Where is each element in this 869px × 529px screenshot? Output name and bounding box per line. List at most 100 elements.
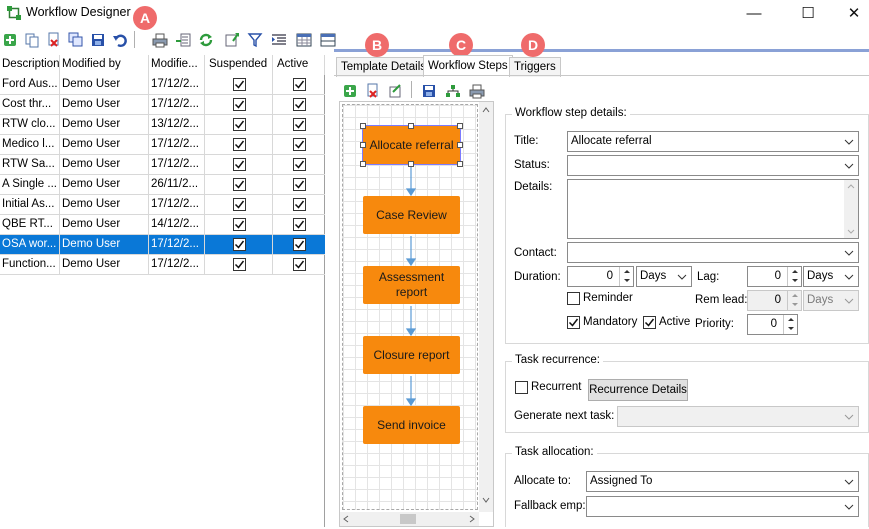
resize-handle[interactable] — [360, 161, 366, 167]
active-checkbox[interactable] — [293, 218, 306, 231]
table-row[interactable]: RTW Sa... Demo User 17/12/2... — [0, 155, 325, 175]
workflow-canvas[interactable]: Allocate referral Case Review Assessment… — [342, 104, 478, 510]
title-select[interactable]: Allocate referral — [567, 131, 859, 152]
suspended-checkbox[interactable] — [233, 158, 246, 171]
import-icon[interactable] — [222, 30, 242, 49]
table-row[interactable]: OSA wor... Demo User 17/12/2... — [0, 235, 325, 255]
add-icon[interactable] — [0, 30, 20, 49]
reminder-checkbox[interactable] — [567, 292, 580, 305]
priority-input[interactable]: 0 — [747, 314, 798, 335]
suspended-checkbox[interactable] — [233, 178, 246, 191]
canvas-horizontal-scrollbar[interactable] — [340, 512, 479, 526]
resize-handle[interactable] — [408, 123, 414, 129]
save-steps-icon[interactable] — [419, 81, 439, 100]
minimize-button[interactable]: — — [731, 0, 777, 26]
column-header-active[interactable]: Active — [273, 55, 325, 75]
resize-handle[interactable] — [408, 161, 414, 167]
flow-node-allocate-referral[interactable]: Allocate referral — [362, 125, 461, 165]
indent-icon[interactable] — [269, 30, 289, 49]
duration-spinner[interactable] — [619, 267, 633, 286]
grid-icon[interactable] — [294, 30, 314, 49]
fallback-emp-select[interactable] — [586, 496, 859, 517]
duplicate-icon[interactable] — [66, 30, 86, 49]
table-row[interactable]: Ford Aus... Demo User 17/12/2... — [0, 75, 325, 95]
priority-spinner[interactable] — [783, 315, 797, 334]
close-button[interactable]: ✕ — [831, 0, 869, 26]
suspended-checkbox[interactable] — [233, 98, 246, 111]
refresh-icon[interactable] — [196, 30, 216, 49]
save-icon[interactable] — [88, 30, 108, 49]
active-checkbox[interactable] — [293, 78, 306, 91]
undo-icon[interactable] — [110, 30, 130, 49]
suspended-checkbox[interactable] — [233, 138, 246, 151]
recurrence-details-button[interactable]: Recurrence Details — [588, 379, 688, 401]
delete-icon[interactable] — [44, 30, 64, 49]
contact-select[interactable] — [567, 242, 859, 263]
status-select[interactable] — [567, 155, 859, 176]
tab-workflow-steps[interactable]: Workflow Steps — [423, 55, 513, 77]
flow-node-closure-report[interactable]: Closure report — [363, 336, 460, 374]
add-step-icon[interactable] — [340, 81, 360, 100]
active-checkbox[interactable] — [293, 98, 306, 111]
resize-handle[interactable] — [360, 142, 366, 148]
maximize-button[interactable]: ☐ — [785, 0, 831, 26]
resize-handle[interactable] — [457, 161, 463, 167]
generate-next-task-select[interactable] — [617, 406, 859, 427]
suspended-checkbox[interactable] — [233, 258, 246, 271]
suspended-checkbox[interactable] — [233, 78, 246, 91]
column-header-suspended[interactable]: Suspended — [205, 55, 273, 75]
print-steps-icon[interactable] — [467, 81, 487, 100]
copy-icon[interactable] — [22, 30, 42, 49]
table-row[interactable]: Cost thr... Demo User 17/12/2... — [0, 95, 325, 115]
filter-icon[interactable] — [245, 30, 265, 49]
lag-input[interactable]: 0 — [747, 266, 802, 287]
mandatory-checkbox[interactable] — [567, 316, 580, 329]
table-row[interactable]: RTW clo... Demo User 13/12/2... — [0, 115, 325, 135]
active-checkbox[interactable] — [293, 158, 306, 171]
tab-template-details[interactable]: Template Details — [336, 57, 432, 77]
rem-lead-spinner[interactable] — [787, 291, 801, 310]
rem-lead-unit-select[interactable]: Days — [803, 290, 859, 311]
duration-input[interactable]: 0 — [567, 266, 634, 287]
table-row[interactable]: Function... Demo User 17/12/2... — [0, 255, 325, 275]
active-checkbox[interactable] — [293, 238, 306, 251]
active-checkbox[interactable] — [293, 178, 306, 191]
table-row[interactable]: Initial As... Demo User 17/12/2... — [0, 195, 325, 215]
layout-icon[interactable] — [443, 81, 463, 100]
active-checkbox[interactable] — [293, 198, 306, 211]
table-row[interactable]: A Single ... Demo User 26/11/2... — [0, 175, 325, 195]
panel-icon[interactable] — [318, 30, 338, 49]
table-row[interactable]: Medico l... Demo User 17/12/2... — [0, 135, 325, 155]
lag-unit-select[interactable]: Days — [803, 266, 859, 287]
flow-node-send-invoice[interactable]: Send invoice — [363, 406, 460, 444]
suspended-checkbox[interactable] — [233, 118, 246, 131]
column-header-modified[interactable]: Modifie... — [149, 55, 205, 75]
export-icon[interactable] — [173, 30, 193, 49]
flow-node-assessment-report[interactable]: Assessment report — [363, 266, 460, 304]
suspended-checkbox[interactable] — [233, 198, 246, 211]
delete-step-icon[interactable] — [363, 81, 383, 100]
resize-handle[interactable] — [457, 142, 463, 148]
rem-lead-input[interactable]: 0 — [747, 290, 802, 311]
lag-spinner[interactable] — [787, 267, 801, 286]
details-scrollbar[interactable] — [844, 180, 858, 238]
column-header-modified-by[interactable]: Modified by — [60, 55, 149, 75]
column-header-description[interactable]: Description — [0, 55, 60, 75]
canvas-vertical-scrollbar[interactable] — [479, 102, 493, 512]
active-checkbox[interactable] — [293, 138, 306, 151]
active-checkbox[interactable] — [293, 258, 306, 271]
allocate-to-select[interactable]: Assigned To — [586, 471, 859, 492]
resize-handle[interactable] — [360, 123, 366, 129]
resize-handle[interactable] — [457, 123, 463, 129]
template-grid[interactable]: Description Modified by Modifie... Suspe… — [0, 55, 325, 527]
duration-unit-select[interactable]: Days — [636, 266, 692, 287]
active-checkbox[interactable] — [643, 316, 656, 329]
active-checkbox[interactable] — [293, 118, 306, 131]
print-icon[interactable] — [150, 30, 170, 49]
flow-node-case-review[interactable]: Case Review — [363, 196, 460, 234]
recurrent-checkbox[interactable] — [515, 381, 528, 394]
details-textarea[interactable] — [567, 179, 859, 239]
splitter[interactable] — [326, 55, 334, 527]
connect-icon[interactable] — [386, 81, 406, 100]
tab-triggers[interactable]: Triggers — [509, 57, 561, 77]
